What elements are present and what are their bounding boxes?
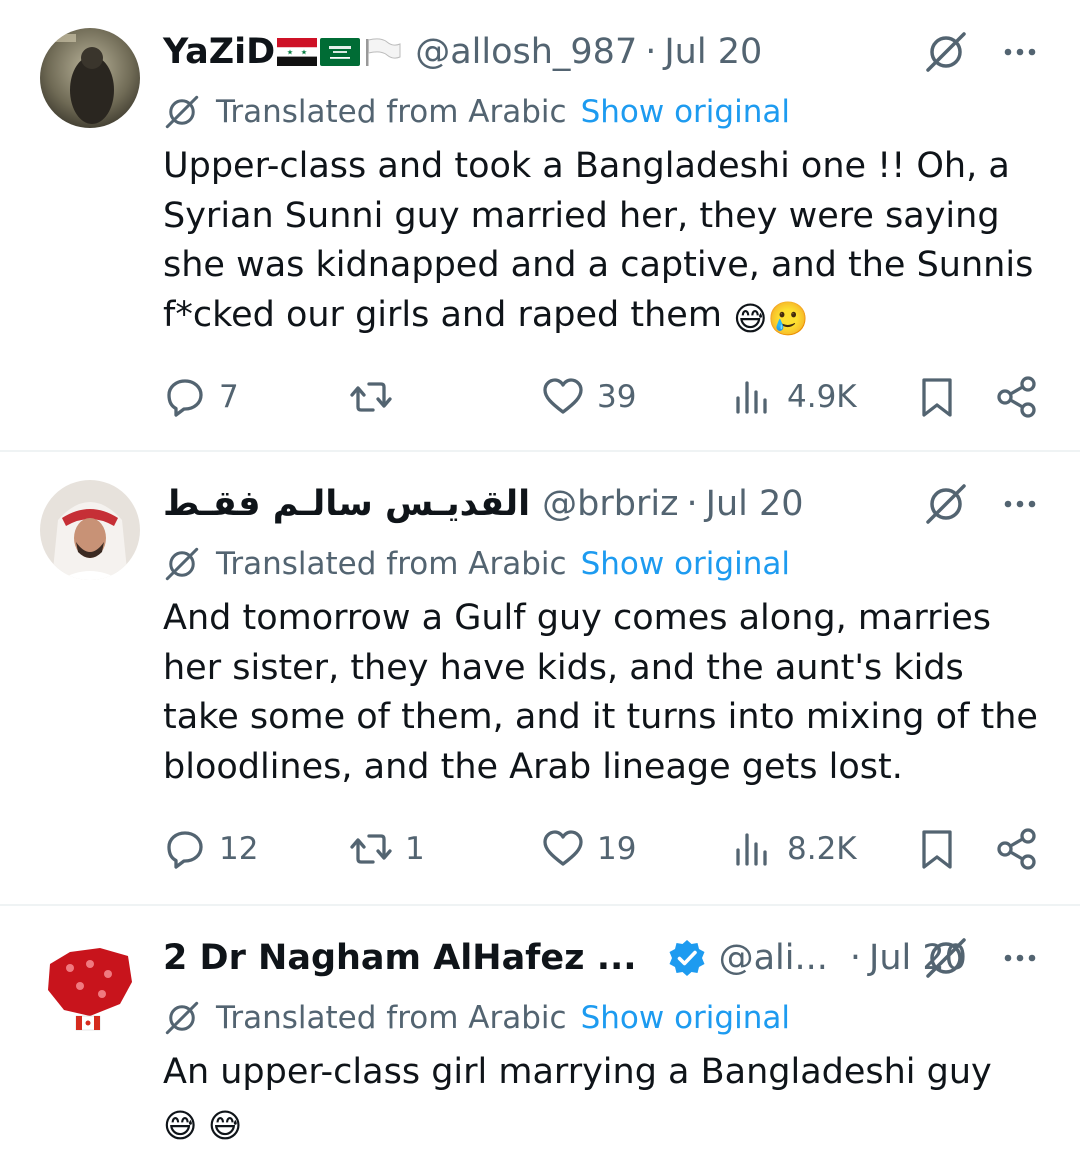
views-icon [736, 833, 767, 866]
reply-button[interactable]: 12 [163, 824, 258, 874]
tweet-header: القديـس سالـم فقـط @brbriz · Jul 20 [163, 480, 804, 528]
share-button[interactable] [995, 824, 1039, 874]
bookmark-button[interactable] [915, 372, 959, 422]
tweet-emojis: 😅🥲 [733, 298, 809, 338]
more-icon[interactable] [1000, 486, 1040, 522]
reply-button[interactable]: 7 [163, 372, 239, 422]
action-bar: 12 1 19 8.2K [163, 824, 1043, 874]
tweet-3[interactable]: 2 Dr Nagham AlHafez ... @ali... · Jul 20… [0, 906, 1080, 1176]
share-icon [997, 376, 1036, 418]
action-bar: 7 39 4.9K [163, 372, 1043, 422]
views-icon [736, 381, 767, 414]
bookmark-icon [922, 378, 952, 417]
tweet-2[interactable]: القديـس سالـم فقـط @brbriz · Jul 20 Tran… [0, 452, 1080, 906]
more-icon[interactable] [1000, 940, 1040, 976]
tweet-text-content: And tomorrow a Gulf guy comes along, mar… [163, 598, 1038, 787]
retweet-count: 1 [405, 831, 425, 867]
retweet-button[interactable] [349, 372, 405, 422]
tweet-emojis: 😅 😅 [163, 1105, 243, 1145]
translate-icon [165, 1001, 199, 1035]
author-handle[interactable]: @ali... [719, 934, 828, 982]
tweet-text: An upper-class girl marrying a Banglades… [163, 1048, 1043, 1147]
like-icon [543, 830, 583, 866]
author-handle[interactable]: @allosh_987 [415, 28, 637, 76]
show-original-link[interactable]: Show original [581, 546, 790, 582]
translation-notice: Translated from Arabic Show original [163, 92, 790, 132]
view-count: 4.9K [787, 379, 857, 415]
reply-count: 7 [219, 379, 239, 415]
like-button[interactable]: 19 [541, 824, 636, 874]
grok-icon[interactable] [924, 30, 968, 74]
bookmark-icon [922, 830, 952, 869]
retweet-button[interactable]: 1 [349, 824, 425, 874]
more-icon[interactable] [1000, 34, 1040, 70]
share-button[interactable] [995, 372, 1039, 422]
verified-badge-icon [669, 940, 705, 976]
author-name[interactable]: 2 Dr Nagham AlHafez ... [163, 934, 637, 982]
share-icon [997, 828, 1036, 870]
avatar[interactable] [40, 934, 140, 1034]
tweet-header: 2 Dr Nagham AlHafez ... @ali... · Jul 20 [163, 934, 967, 982]
grok-icon[interactable] [924, 936, 968, 980]
tweet-text: Upper-class and took a Bangladeshi one !… [163, 142, 1043, 340]
white-flag-icon [366, 38, 401, 66]
translation-notice: Translated from Arabic Show original [163, 998, 790, 1038]
grok-icon[interactable] [924, 482, 968, 526]
translated-label: Translated from Arabic [216, 1000, 567, 1036]
tweet-text: And tomorrow a Gulf guy comes along, mar… [163, 594, 1043, 792]
show-original-link[interactable]: Show original [581, 1000, 790, 1036]
view-count: 8.2K [787, 831, 857, 867]
tweet-1[interactable]: YaZiD @allosh_987 · Jul 20 Translated fr… [0, 0, 1080, 452]
translate-icon [165, 95, 199, 129]
translate-icon [165, 547, 199, 581]
bookmark-button[interactable] [915, 824, 959, 874]
tweet-text-content: An upper-class girl marrying a Banglades… [163, 1052, 992, 1092]
reply-icon [167, 831, 203, 869]
author-name[interactable]: YaZiD [163, 28, 275, 76]
avatar[interactable] [40, 28, 140, 128]
like-button[interactable]: 39 [541, 372, 636, 422]
separator-dot: · [686, 484, 698, 524]
avatar[interactable] [40, 480, 140, 580]
timeline: YaZiD @allosh_987 · Jul 20 Translated fr… [0, 0, 1080, 1176]
reply-icon [167, 379, 203, 417]
separator-dot: · [645, 32, 657, 72]
like-count: 19 [597, 831, 637, 867]
name-flags [277, 38, 403, 66]
views-button[interactable]: 4.9K [731, 372, 857, 422]
show-original-link[interactable]: Show original [581, 94, 790, 130]
saudi-flag-icon [320, 38, 361, 66]
tweet-text-content: Upper-class and took a Bangladeshi one !… [163, 146, 1034, 335]
tweet-header: YaZiD @allosh_987 · Jul 20 [163, 28, 762, 76]
views-button[interactable]: 8.2K [731, 824, 857, 874]
tweet-date[interactable]: Jul 20 [664, 28, 762, 76]
author-handle[interactable]: @brbriz [542, 480, 678, 528]
translated-label: Translated from Arabic [216, 94, 567, 130]
translation-notice: Translated from Arabic Show original [163, 544, 790, 584]
tweet-date[interactable]: Jul 20 [706, 480, 804, 528]
syria-flag-icon [277, 38, 318, 66]
retweet-icon [350, 382, 392, 412]
separator-dot: · [849, 938, 862, 978]
like-count: 39 [597, 379, 637, 415]
author-name[interactable]: القديـس سالـم فقـط [163, 480, 530, 528]
like-icon [543, 378, 583, 414]
reply-count: 12 [219, 831, 259, 867]
retweet-icon [350, 834, 392, 864]
translated-label: Translated from Arabic [216, 546, 567, 582]
